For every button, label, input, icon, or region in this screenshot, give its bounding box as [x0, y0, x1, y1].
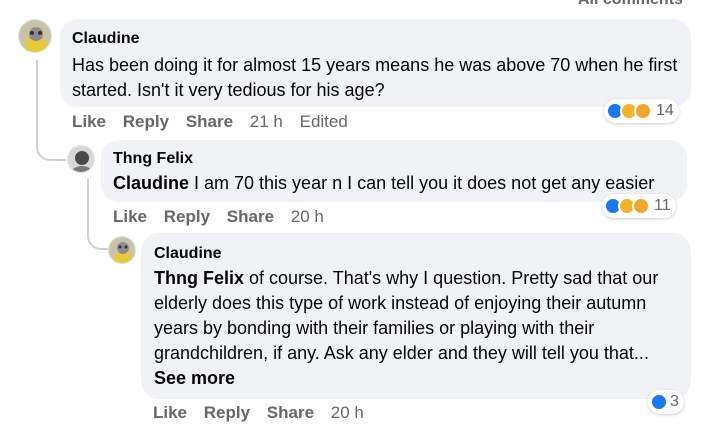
timestamp[interactable]: 20 h: [331, 403, 364, 422]
reply-button[interactable]: Reply: [204, 403, 250, 422]
comment-author[interactable]: Thng Felix: [113, 149, 675, 169]
share-button[interactable]: Share: [267, 403, 314, 422]
comment-bubble: Claudine Has been doing it for almost 15…: [60, 19, 691, 107]
avatar[interactable]: [108, 236, 136, 264]
reply-button[interactable]: Reply: [123, 112, 169, 131]
comment-actions: Like Reply Share 20 h: [113, 207, 336, 227]
like-button[interactable]: Like: [153, 403, 187, 422]
timestamp[interactable]: 21 h: [250, 112, 283, 131]
reaction-count: 14: [656, 102, 674, 119]
comment-text: Claudine I am 70 this year n I can tell …: [113, 171, 675, 196]
edited-label: Edited: [299, 112, 348, 131]
avatar-pikachu-icon: [19, 20, 51, 52]
care-reaction-icon: [634, 102, 652, 120]
avatar-pikachu-icon: [109, 237, 135, 263]
like-button[interactable]: Like: [113, 207, 147, 226]
comment-author[interactable]: Claudine: [154, 244, 678, 264]
avatar[interactable]: [18, 19, 52, 53]
mention-link[interactable]: Claudine: [113, 173, 189, 193]
reaction-summary[interactable]: 11: [602, 194, 676, 218]
avatar[interactable]: [67, 145, 95, 173]
see-more-link[interactable]: See more: [154, 368, 235, 388]
comment-actions: Like Reply Share 20 h: [153, 403, 376, 423]
comment-text: Thng Felix of course. That's why I quest…: [154, 266, 678, 391]
share-button[interactable]: Share: [186, 112, 233, 131]
comment-bubble: Thng Felix Claudine I am 70 this year n …: [101, 140, 687, 202]
like-reaction-icon: [650, 393, 668, 411]
reply-button[interactable]: Reply: [164, 207, 210, 226]
reaction-summary[interactable]: 14: [604, 99, 679, 123]
comment-bubble: Claudine Thng Felix of course. That's wh…: [141, 233, 691, 399]
care-reaction-icon: [632, 197, 650, 215]
reaction-count: 11: [654, 197, 671, 214]
comment-actions: Like Reply Share 21 h Edited: [72, 112, 360, 132]
mention-link[interactable]: Thng Felix: [154, 268, 244, 288]
like-button[interactable]: Like: [72, 112, 106, 131]
comment-body: I am 70 this year n I can tell you it do…: [189, 173, 655, 193]
reaction-count: 3: [670, 393, 679, 410]
comment-author[interactable]: Claudine: [72, 29, 679, 49]
share-button[interactable]: Share: [227, 207, 274, 226]
avatar-profile-icon: [68, 146, 94, 172]
comment-filter-dropdown[interactable]: All comments: [578, 0, 683, 9]
comment-text: Has been doing it for almost 15 years me…: [72, 55, 678, 100]
reaction-summary[interactable]: 3: [648, 390, 684, 414]
timestamp[interactable]: 20 h: [291, 207, 324, 226]
